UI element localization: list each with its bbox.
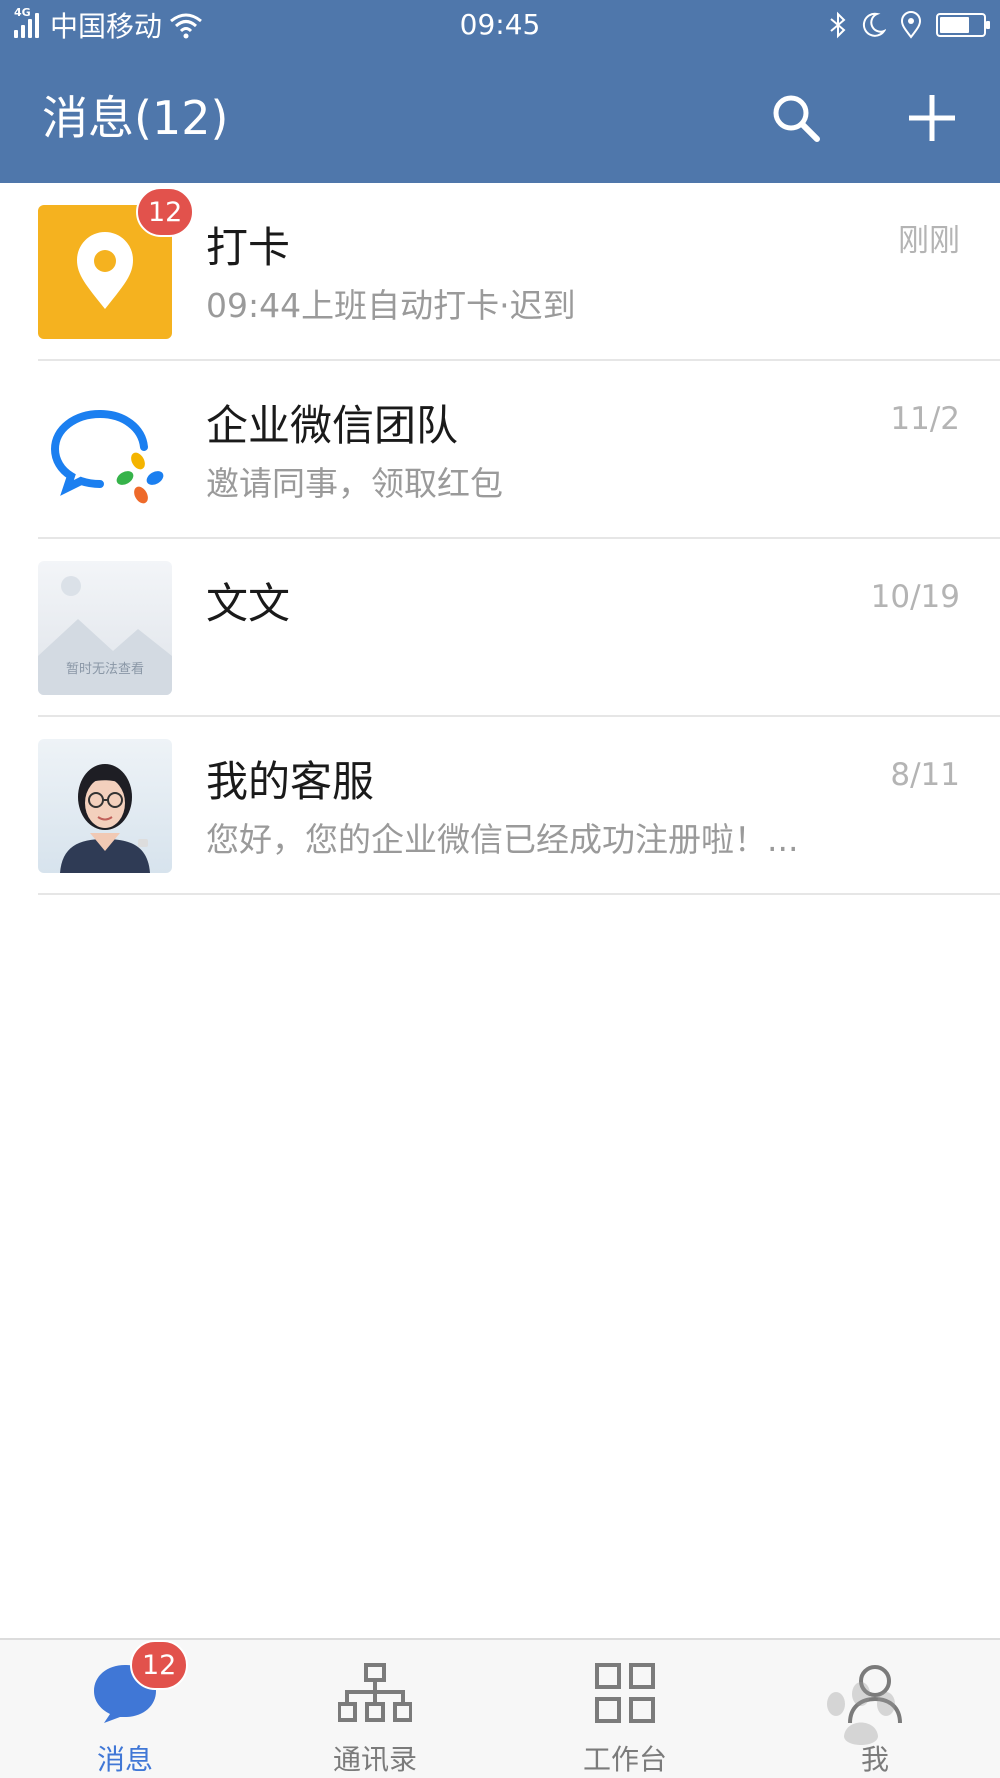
tab-me[interactable]: 我 — [750, 1640, 1000, 1778]
conversation-name: 企业微信团队 — [206, 401, 459, 450]
tab-workbench[interactable]: 工作台 — [500, 1640, 750, 1778]
unread-badge: 12 — [136, 187, 195, 237]
tab-contacts[interactable]: 通讯录 — [250, 1640, 500, 1778]
placeholder-avatar: 暂时无法查看 — [38, 561, 172, 695]
conversation-name: 文文 — [206, 579, 291, 628]
conversation-time: 刚刚 — [898, 223, 960, 259]
conversation-name: 我的客服 — [206, 757, 375, 806]
wecom-logo-icon — [50, 410, 164, 504]
conversation-time: 8/11 — [890, 757, 960, 793]
person-icon — [848, 1665, 902, 1724]
status-icons — [828, 10, 990, 40]
tab-label: 我 — [860, 1743, 889, 1776]
top-bar: 4G 中国移动 09:45 消息(12) — [0, 0, 1000, 183]
conversation-name: 打卡 — [206, 223, 291, 272]
conversation-item[interactable]: 暂时无法查看 文文 10/19 — [0, 539, 1000, 717]
conversation-item[interactable]: 12 打卡 09:44上班自动打卡·迟到 刚刚 — [0, 183, 1000, 361]
search-icon — [773, 95, 820, 142]
add-button[interactable] — [900, 86, 964, 150]
user-photo — [60, 764, 150, 873]
tab-badge: 12 — [130, 1640, 189, 1690]
conversation-preview: 您好，您的企业微信已经成功注册啦！... — [206, 820, 799, 859]
tab-label: 消息 — [96, 1743, 153, 1776]
tab-label: 工作台 — [582, 1743, 667, 1776]
bluetooth-icon — [830, 11, 846, 39]
conversation-preview: 09:44上班自动打卡·迟到 — [206, 286, 576, 325]
tab-label: 通讯录 — [332, 1743, 417, 1776]
conversation-list: 12 打卡 09:44上班自动打卡·迟到 刚刚 企业微信团队 邀请同事，领取红包… — [0, 183, 1000, 895]
conversation-time: 10/19 — [870, 579, 960, 615]
wecom-avatar — [38, 383, 172, 517]
status-bar: 4G 中国移动 09:45 — [0, 0, 1000, 50]
tab-messages[interactable]: 12 消息 — [0, 1640, 250, 1778]
conversation-item[interactable]: 企业微信团队 邀请同事，领取红包 11/2 — [0, 361, 1000, 539]
conversation-preview: 邀请同事，领取红包 — [206, 464, 503, 503]
page-title: 消息(12) — [42, 91, 229, 145]
placeholder-caption: 暂时无法查看 — [65, 662, 144, 677]
location-icon — [900, 11, 922, 39]
tab-bar: 12 消息 通讯录 工作台 我 — [0, 1638, 1000, 1778]
grid-icon — [595, 1663, 655, 1723]
search-button[interactable] — [764, 86, 828, 150]
org-chart-icon — [338, 1663, 412, 1722]
conversation-item[interactable]: 我的客服 您好，您的企业微信已经成功注册啦！... 8/11 — [0, 717, 1000, 895]
customer-service-avatar — [38, 739, 172, 873]
battery-icon — [936, 13, 990, 37]
moon-icon — [862, 12, 886, 37]
plus-icon — [909, 95, 955, 141]
conversation-time: 11/2 — [890, 401, 960, 437]
